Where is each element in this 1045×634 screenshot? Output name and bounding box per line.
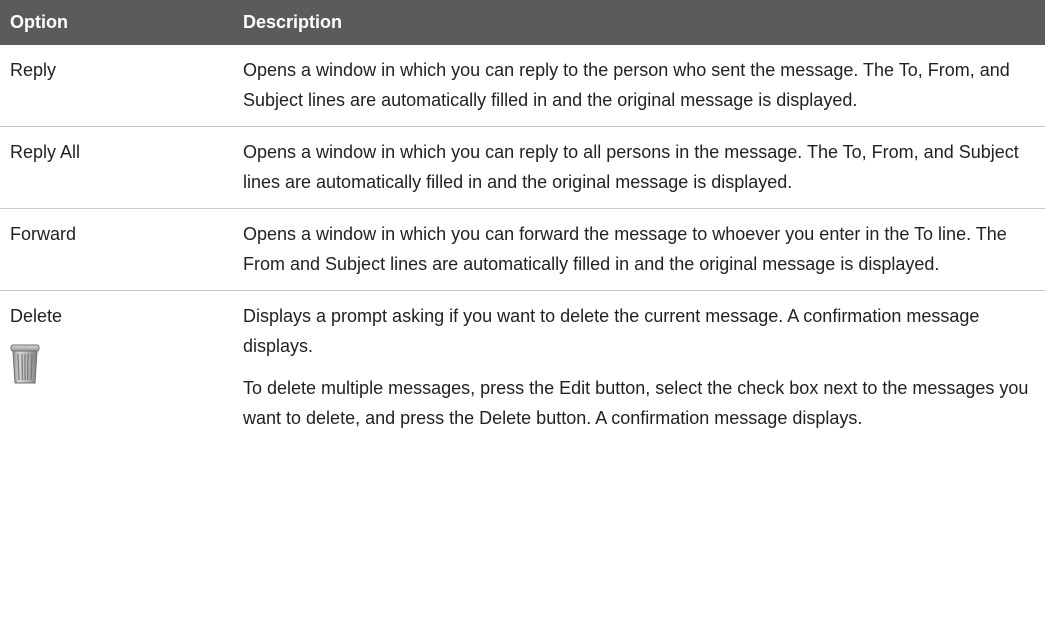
table-row-reply: Reply Opens a window in which you can re… [0,45,1045,127]
option-cell: Delete [0,291,233,445]
description-text: Opens a window in which you can reply to… [243,60,1010,110]
table-row-forward: Forward Opens a window in which you can … [0,208,1045,291]
option-cell: Reply [0,45,233,127]
table-body: Reply Opens a window in which you can re… [0,45,1045,444]
option-cell: Reply All [0,126,233,209]
table-row-delete: Delete Displays a prompt asking if you w… [0,291,1045,445]
description-cell: Opens a window in which you can reply to… [233,45,1045,127]
description-text: Opens a window in which you can forward … [243,224,1007,274]
option-cell: Forward [0,208,233,291]
trash-can-icon [10,343,40,385]
description-cell: Opens a window in which you can forward … [233,208,1045,291]
option-label: Delete [10,306,63,326]
description-cell: Opens a window in which you can reply to… [233,126,1045,209]
options-table: Option Description Reply Opens a window … [0,0,1045,444]
description-text: Opens a window in which you can reply to… [243,142,1019,192]
column-header-option: Option [10,12,68,32]
header-row: Option Description [0,0,1045,45]
description-text: Displays a prompt asking if you want to … [243,306,980,356]
table-row-reply-all: Reply All Opens a window in which you ca… [0,126,1045,209]
description-text: To delete multiple messages, press the E… [243,378,1029,428]
description-cell: Displays a prompt asking if you want to … [233,291,1045,445]
column-header-description: Description [243,12,343,32]
table-header: Option Description [0,0,1045,45]
